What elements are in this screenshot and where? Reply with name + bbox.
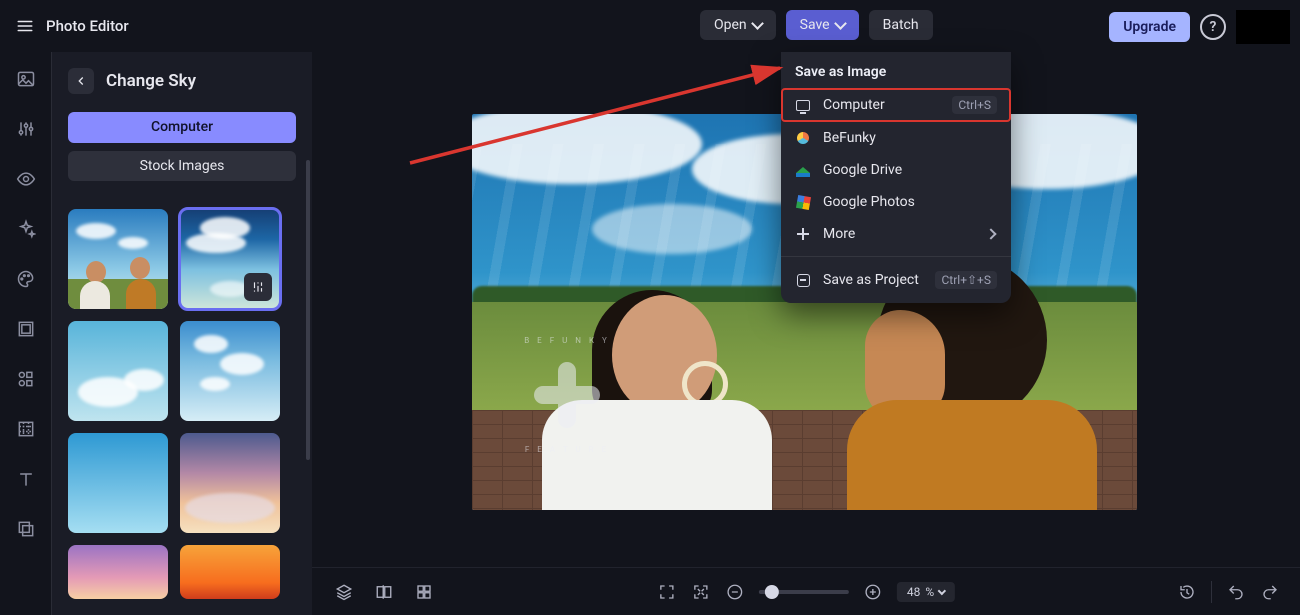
fullscreen-button[interactable] [657,582,677,602]
upgrade-button[interactable]: Upgrade [1109,12,1190,42]
overlay-icon[interactable] [15,518,37,540]
save-item-label: Google Drive [823,162,997,178]
fit-button[interactable] [691,582,711,602]
tool-rail [0,52,52,615]
google-drive-icon [795,162,811,178]
save-google-photos-item[interactable]: Google Photos [781,186,1011,218]
save-dropdown: Save as Image Computer Ctrl+S BeFunky Go… [781,52,1011,303]
save-befunky-item[interactable]: BeFunky [781,122,1011,154]
help-button[interactable]: ? [1200,14,1226,40]
top-center-actions: Open Save Batch [700,10,933,40]
text-icon[interactable] [15,468,37,490]
separator [1211,581,1212,603]
back-button[interactable] [68,68,94,94]
chevron-right-icon [985,228,996,239]
plus-icon [795,226,811,242]
monitor-icon [795,97,811,113]
top-right-actions: Upgrade ? [1109,10,1290,44]
sky-thumb[interactable] [68,545,168,599]
sparkle-icon[interactable] [15,218,37,240]
history-button[interactable] [1177,582,1197,602]
tab-stock-images[interactable]: Stock Images [68,151,296,182]
shortcut-badge: Ctrl+⇧+S [935,271,997,289]
sky-thumb[interactable] [68,433,168,533]
chevron-down-icon [834,17,847,30]
compare-button[interactable] [374,582,394,602]
google-photos-icon [795,194,811,210]
app-title: Photo Editor [46,17,129,35]
batch-label: Batch [883,17,919,33]
sky-thumb[interactable] [180,321,280,421]
sky-thumb[interactable] [180,433,280,533]
layers-button[interactable] [334,582,354,602]
tab-computer[interactable]: Computer [68,112,296,143]
save-item-label: More [823,226,975,242]
frame-icon[interactable] [15,318,37,340]
texture-icon[interactable] [15,418,37,440]
sky-thumb-selected[interactable] [180,209,280,309]
save-label: Save [800,17,830,33]
sliders-icon [251,280,265,294]
save-google-drive-item[interactable]: Google Drive [781,154,1011,186]
zoom-percent-display[interactable]: 48% [897,582,955,602]
shapes-icon[interactable] [15,368,37,390]
project-icon [795,272,811,288]
sky-thumb[interactable] [68,321,168,421]
menu-button[interactable] [10,11,40,41]
open-label: Open [714,17,747,33]
undo-button[interactable] [1226,582,1246,602]
sliders-icon[interactable] [15,118,37,140]
zoom-out-button[interactable] [725,582,745,602]
chevron-down-icon [751,17,764,30]
menu-separator [781,256,1011,257]
sky-thumb-original[interactable] [68,209,168,309]
save-item-label: Computer [823,97,940,113]
redo-button[interactable] [1260,582,1280,602]
panel-scrollbar[interactable] [306,160,310,460]
grid-button[interactable] [414,582,434,602]
shortcut-badge: Ctrl+S [952,96,997,114]
top-bar: Photo Editor Open Save Batch Upgrade ? [0,0,1300,52]
open-button[interactable]: Open [700,10,776,40]
save-item-label: Google Photos [823,194,997,210]
change-sky-panel: Change Sky Computer Stock Images [52,52,312,615]
sky-thumbnails [68,209,296,599]
palette-icon[interactable] [15,268,37,290]
batch-button[interactable]: Batch [869,10,933,40]
arrow-left-icon [74,74,88,88]
adjust-chip[interactable] [244,273,272,301]
sky-thumb[interactable] [180,545,280,599]
watermark-icon: B E F U N K Y F E A T U R E [512,340,622,450]
zoom-in-button[interactable] [863,582,883,602]
chevron-down-icon [938,586,946,594]
eye-icon[interactable] [15,168,37,190]
save-button[interactable]: Save [786,10,859,40]
save-item-label: Save as Project [823,272,923,288]
avatar[interactable] [1236,10,1290,44]
save-as-project-item[interactable]: Save as Project Ctrl+⇧+S [781,263,1011,297]
image-icon[interactable] [15,68,37,90]
befunky-icon [795,130,811,146]
bottom-bar: 48% [312,567,1300,615]
save-item-label: BeFunky [823,130,997,146]
save-computer-item[interactable]: Computer Ctrl+S [781,88,1011,122]
panel-title: Change Sky [106,71,196,91]
zoom-suffix: % [925,585,934,599]
zoom-value: 48 [907,585,921,599]
save-dropdown-title: Save as Image [781,52,1011,88]
save-more-item[interactable]: More [781,218,1011,250]
zoom-slider[interactable] [759,590,849,594]
hamburger-icon [16,17,34,35]
slider-knob[interactable] [765,585,779,599]
